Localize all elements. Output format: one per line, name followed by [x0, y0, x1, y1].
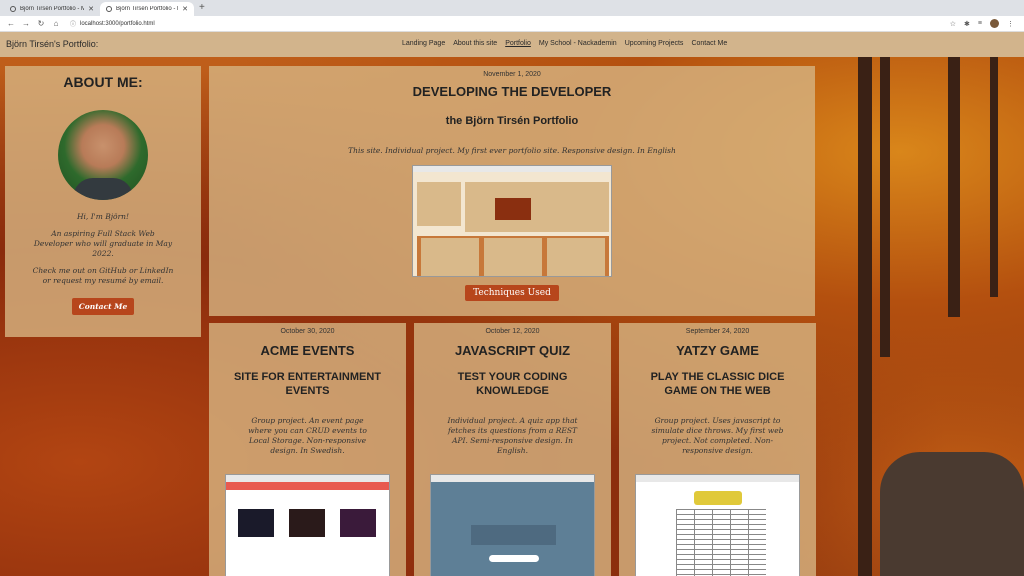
globe-icon	[106, 6, 112, 12]
readinglist-icon[interactable]: ≡	[978, 20, 982, 27]
project-screenshot[interactable]	[635, 474, 800, 576]
nav-portfolio[interactable]: Portfolio	[505, 40, 531, 47]
project-description: Group project. Uses javascript to simula…	[651, 416, 784, 455]
address-bar[interactable]: ⓘ localhost:3000/portfolio.html	[70, 19, 155, 29]
browser-tab-bar: Björn Tirsén Portfolio - My Sch ✕ Björn …	[0, 0, 1024, 16]
extensions-icon[interactable]: ✱	[964, 20, 970, 28]
info-icon[interactable]: ⓘ	[70, 19, 76, 28]
back-arrow-icon[interactable]: ←	[7, 19, 15, 28]
profile-photo	[58, 110, 148, 200]
bookmark-star-icon[interactable]: ☆	[950, 20, 956, 28]
techniques-used-button[interactable]: Techniques Used	[465, 285, 559, 301]
site-navbar: Björn Tirsén's Portfolio: Landing Page A…	[0, 32, 1024, 57]
page-background: Björn Tirsén's Portfolio: Landing Page A…	[0, 32, 1024, 576]
tree-trunk	[948, 57, 960, 317]
tree-trunk	[858, 57, 872, 576]
tab-title: Björn Tirsén Portfolio - Develo	[116, 6, 178, 12]
reload-icon[interactable]: ↻	[37, 19, 45, 28]
project-card-acme: October 30, 2020 ACME EVENTS SITE FOR EN…	[209, 323, 406, 576]
home-icon[interactable]: ⌂	[52, 19, 60, 28]
forward-arrow-icon[interactable]: →	[22, 19, 30, 28]
contact-me-button[interactable]: Contact Me	[71, 298, 135, 315]
featured-project: November 1, 2020 DEVELOPING THE DEVELOPE…	[209, 66, 815, 316]
project-screenshot[interactable]	[225, 474, 390, 576]
project-date: October 12, 2020	[485, 328, 540, 335]
about-cta: Check me out on GitHub or LinkedIn or re…	[32, 266, 174, 285]
url-text[interactable]: localhost:3000/portfolio.html	[80, 21, 155, 27]
project-title: JAVASCRIPT QUIZ	[454, 343, 571, 358]
browser-tab-portfolio[interactable]: Björn Tirsén Portfolio - Develo ✕	[100, 2, 194, 16]
project-title: YATZY GAME	[676, 343, 759, 358]
fallen-log	[880, 452, 1024, 576]
project-date: October 30, 2020	[280, 328, 335, 335]
tab-title: Björn Tirsén Portfolio - My Sch	[20, 6, 85, 12]
project-date: September 24, 2020	[685, 328, 750, 335]
project-date: November 1, 2020	[483, 71, 541, 78]
project-screenshot[interactable]	[430, 474, 595, 576]
about-greeting: Hi, I'm Björn!	[76, 212, 129, 221]
project-subtitle: TEST YOUR CODING KNOWLEDGE	[457, 371, 568, 397]
main-menu: Landing Page About this site Portfolio M…	[402, 40, 735, 47]
about-title: ABOUT ME:	[63, 74, 143, 90]
project-subtitle: PLAY THE CLASSIC DICE GAME ON THE WEB	[650, 371, 785, 397]
tree-trunk	[990, 57, 998, 297]
close-icon[interactable]: ✕	[182, 5, 188, 13]
about-panel: ABOUT ME: Hi, I'm Björn! An aspiring Ful…	[5, 66, 201, 337]
browser-toolbar: ← → ↻ ⌂ ⓘ localhost:3000/portfolio.html …	[0, 16, 1024, 32]
tree-trunk	[880, 57, 890, 357]
browser-tab-school[interactable]: Björn Tirsén Portfolio - My Sch ✕	[4, 2, 100, 16]
nav-about-site[interactable]: About this site	[453, 40, 497, 47]
nav-landing-page[interactable]: Landing Page	[402, 40, 445, 47]
project-subtitle: the Björn Tirsén Portfolio	[445, 115, 579, 127]
nav-upcoming-projects[interactable]: Upcoming Projects	[625, 40, 684, 47]
site-brand[interactable]: Björn Tirsén's Portfolio:	[6, 39, 98, 49]
project-description: Individual project. A quiz app that fetc…	[447, 416, 578, 455]
about-bio: An aspiring Full Stack Web Developer who…	[33, 229, 173, 258]
globe-icon	[10, 6, 16, 12]
project-description: Group project. An event page where you c…	[248, 416, 367, 455]
project-description: This site. Individual project. My first …	[348, 146, 676, 155]
project-title: ACME EVENTS	[260, 343, 355, 358]
project-card-yatzy: September 24, 2020 YATZY GAME PLAY THE C…	[619, 323, 816, 576]
project-subtitle: SITE FOR ENTERTAINMENT EVENTS	[233, 371, 382, 397]
project-card-quiz: October 12, 2020 JAVASCRIPT QUIZ TEST YO…	[414, 323, 611, 576]
nav-contact-me[interactable]: Contact Me	[691, 40, 727, 47]
close-icon[interactable]: ✕	[88, 5, 94, 13]
new-tab-button[interactable]: +	[199, 2, 205, 13]
menu-dots-icon[interactable]: ⋮	[1007, 20, 1014, 28]
project-title: DEVELOPING THE DEVELOPER	[412, 84, 612, 99]
project-screenshot[interactable]	[412, 165, 612, 277]
nav-school[interactable]: My School - Nackademin	[539, 40, 617, 47]
profile-avatar-icon[interactable]	[990, 19, 999, 28]
